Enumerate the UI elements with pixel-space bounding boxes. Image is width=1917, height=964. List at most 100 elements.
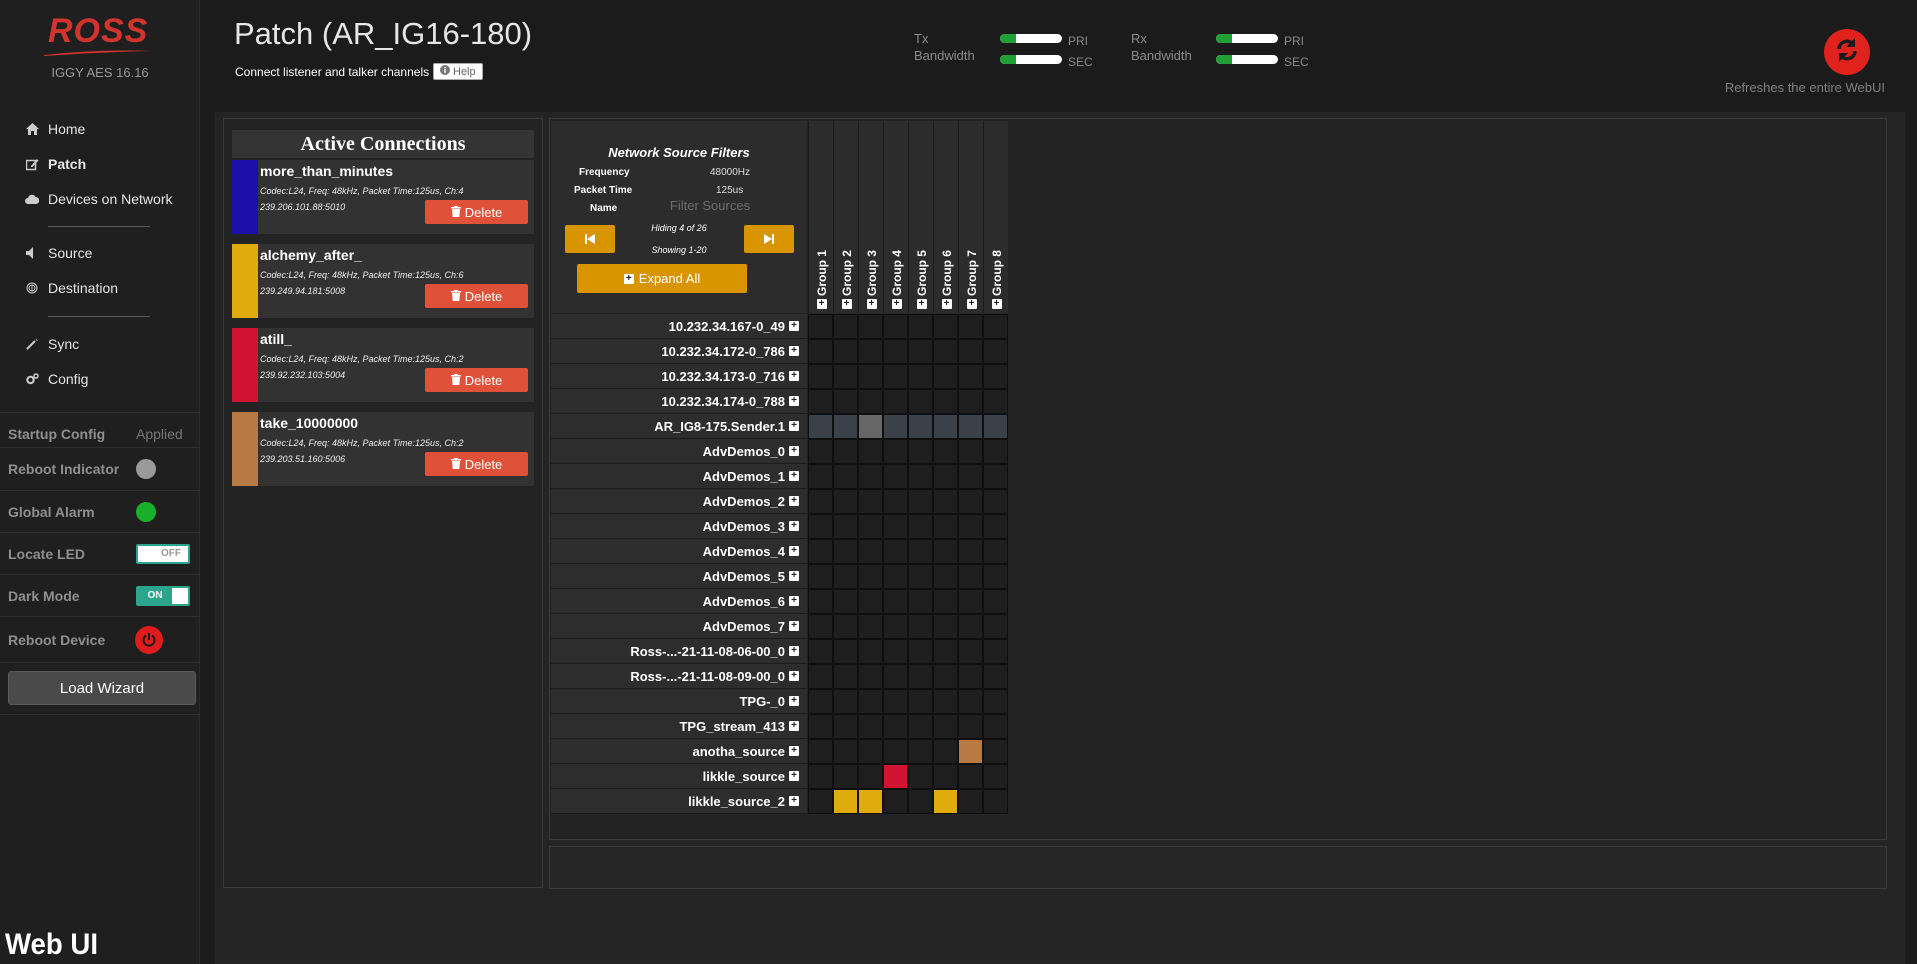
matrix-cell[interactable] <box>883 764 908 789</box>
page-prev-button[interactable] <box>565 225 615 253</box>
matrix-cell[interactable] <box>883 314 908 339</box>
matrix-cell[interactable] <box>983 364 1008 389</box>
group-header-5[interactable]: Group 5 + <box>908 121 933 313</box>
matrix-cell[interactable] <box>933 489 958 514</box>
matrix-cell[interactable] <box>908 614 933 639</box>
matrix-cell[interactable] <box>958 314 983 339</box>
matrix-cell[interactable] <box>933 539 958 564</box>
matrix-cell[interactable] <box>883 514 908 539</box>
matrix-cell[interactable] <box>933 714 958 739</box>
matrix-cell[interactable] <box>933 639 958 664</box>
matrix-cell[interactable] <box>833 589 858 614</box>
matrix-cell[interactable] <box>808 639 833 664</box>
matrix-cell[interactable] <box>908 314 933 339</box>
matrix-cell[interactable] <box>808 514 833 539</box>
matrix-cell[interactable] <box>833 564 858 589</box>
matrix-cell[interactable] <box>858 464 883 489</box>
nav-destination[interactable]: Destination <box>24 280 118 296</box>
matrix-cell[interactable] <box>858 714 883 739</box>
matrix-cell[interactable] <box>833 764 858 789</box>
matrix-cell[interactable] <box>983 714 1008 739</box>
source-row-label[interactable]: TPG_stream_413 + <box>551 714 807 739</box>
matrix-cell[interactable] <box>983 414 1008 439</box>
source-row-label[interactable]: AdvDemos_7 + <box>551 614 807 639</box>
delete-button[interactable]: Delete <box>425 284 528 308</box>
source-row-label[interactable]: AdvDemos_3 + <box>551 514 807 539</box>
source-row-label[interactable]: likkle_source_2 + <box>551 789 807 814</box>
matrix-cell[interactable] <box>958 589 983 614</box>
expand-all-button[interactable]: + Expand All <box>577 264 747 293</box>
matrix-cell[interactable] <box>958 689 983 714</box>
nav-source[interactable]: Source <box>24 245 92 261</box>
matrix-cell[interactable] <box>983 589 1008 614</box>
matrix-cell[interactable] <box>958 539 983 564</box>
matrix-cell[interactable] <box>958 489 983 514</box>
matrix-cell[interactable] <box>883 464 908 489</box>
group-header-3[interactable]: Group 3 + <box>858 121 883 313</box>
source-row-label[interactable]: Ross-...-21-11-08-09-00_0 + <box>551 664 807 689</box>
matrix-cell[interactable] <box>933 764 958 789</box>
matrix-cell[interactable] <box>933 564 958 589</box>
matrix-cell[interactable] <box>858 514 883 539</box>
matrix-cell[interactable] <box>808 364 833 389</box>
source-row-label[interactable]: likkle_source + <box>551 764 807 789</box>
matrix-cell[interactable] <box>833 414 858 439</box>
matrix-cell[interactable] <box>833 314 858 339</box>
matrix-cell[interactable] <box>983 739 1008 764</box>
matrix-cell[interactable] <box>833 689 858 714</box>
matrix-cell[interactable] <box>933 514 958 539</box>
matrix-cell[interactable] <box>908 589 933 614</box>
group-header-1[interactable]: Group 1 + <box>808 121 833 313</box>
matrix-cell[interactable] <box>883 564 908 589</box>
source-row-label[interactable]: AdvDemos_2 + <box>551 489 807 514</box>
matrix-cell[interactable] <box>883 614 908 639</box>
matrix-cell[interactable] <box>958 439 983 464</box>
group-header-7[interactable]: Group 7 + <box>958 121 983 313</box>
matrix-cell[interactable] <box>858 764 883 789</box>
matrix-cell[interactable] <box>858 339 883 364</box>
matrix-cell[interactable] <box>908 689 933 714</box>
matrix-cell[interactable] <box>958 714 983 739</box>
matrix-cell[interactable] <box>958 789 983 814</box>
matrix-cell[interactable] <box>808 389 833 414</box>
matrix-cell[interactable] <box>983 664 1008 689</box>
matrix-cell[interactable] <box>808 789 833 814</box>
matrix-cell[interactable] <box>833 464 858 489</box>
matrix-cell[interactable] <box>808 614 833 639</box>
matrix-cell[interactable] <box>808 539 833 564</box>
dark-mode-toggle[interactable]: ON <box>136 585 190 606</box>
matrix-cell[interactable] <box>883 789 908 814</box>
power-icon[interactable] <box>135 625 163 654</box>
matrix-cell[interactable] <box>858 389 883 414</box>
load-wizard-button[interactable]: Load Wizard <box>8 671 196 705</box>
matrix-cell[interactable] <box>958 664 983 689</box>
matrix-cell[interactable] <box>858 414 883 439</box>
matrix-cell[interactable] <box>908 364 933 389</box>
matrix-cell[interactable] <box>908 464 933 489</box>
source-row-label[interactable]: 10.232.34.174-0_788 + <box>551 389 807 414</box>
matrix-cell[interactable] <box>833 614 858 639</box>
nav-patch[interactable]: Patch <box>24 156 86 172</box>
matrix-cell[interactable] <box>833 339 858 364</box>
matrix-cell[interactable] <box>908 439 933 464</box>
matrix-cell[interactable] <box>883 739 908 764</box>
matrix-cell[interactable] <box>908 389 933 414</box>
matrix-cell[interactable] <box>908 514 933 539</box>
matrix-cell[interactable] <box>958 414 983 439</box>
matrix-cell[interactable] <box>908 739 933 764</box>
matrix-cell[interactable] <box>933 414 958 439</box>
matrix-cell[interactable] <box>808 414 833 439</box>
matrix-cell[interactable] <box>908 564 933 589</box>
source-row-label[interactable]: 10.232.34.172-0_786 + <box>551 339 807 364</box>
matrix-cell[interactable] <box>983 614 1008 639</box>
matrix-cell[interactable] <box>858 664 883 689</box>
matrix-cell[interactable] <box>933 339 958 364</box>
matrix-cell[interactable] <box>833 364 858 389</box>
source-row-label[interactable]: AdvDemos_1 + <box>551 464 807 489</box>
matrix-cell[interactable] <box>808 439 833 464</box>
matrix-cell[interactable] <box>858 739 883 764</box>
matrix-cell[interactable] <box>983 389 1008 414</box>
matrix-cell[interactable] <box>883 439 908 464</box>
matrix-cell[interactable] <box>883 489 908 514</box>
matrix-cell[interactable] <box>908 489 933 514</box>
